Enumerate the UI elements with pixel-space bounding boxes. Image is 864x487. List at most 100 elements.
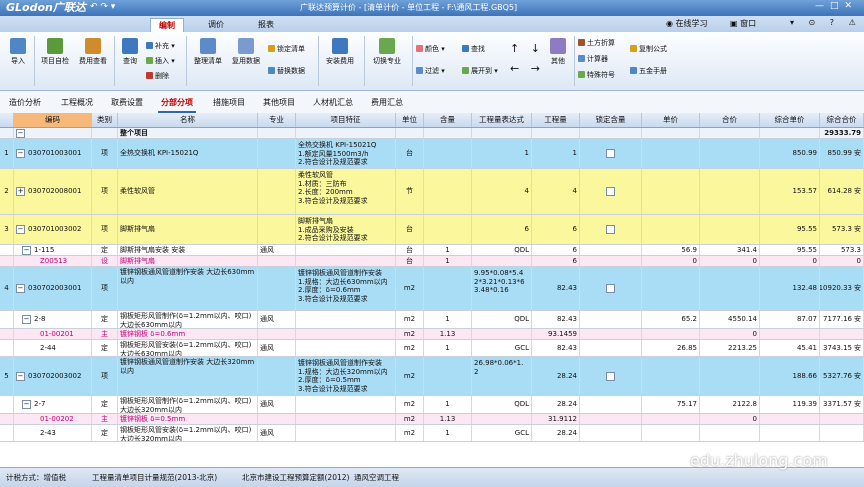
cell-code[interactable]: −1-115	[14, 245, 92, 255]
cell-code[interactable]: −030701003001	[14, 139, 92, 168]
cell-lock[interactable]	[580, 340, 642, 356]
query-button[interactable]: 查询	[118, 38, 142, 66]
replace-data-button[interactable]: 替换数据	[268, 66, 305, 76]
filter-button[interactable]: 过滤 ▾	[416, 66, 445, 76]
bill-grid[interactable]: 编码 类别 名称 专业 项目特征 单位 含量 工程量表达式 工程量 锁定含量 单价 合价 综合单价 综合合…	[0, 113, 864, 467]
lock-list-button[interactable]: 锁定清单	[268, 44, 305, 54]
table-row[interactable]: 4−030702003001 项镀锌钢板通风管道制作安装 大边长630mm以内 镀锌…	[0, 267, 864, 311]
table-row[interactable]: 01-00201 主 镀锌钢板 δ=0.6mm m2 1.13 93.1459 0	[0, 329, 864, 340]
online-learning-link[interactable]: ◉ 在线学习	[666, 18, 708, 29]
insert-button[interactable]: 插入 ▾	[146, 56, 175, 66]
cell-lock[interactable]	[580, 139, 642, 168]
cell-feature[interactable]	[296, 311, 396, 328]
cell-code[interactable]: −030702003001	[14, 267, 92, 310]
cell-feature[interactable]	[296, 256, 396, 266]
column-header[interactable]: 综合单价	[760, 113, 820, 127]
column-header[interactable]: 类别	[92, 113, 118, 127]
collapse-icon[interactable]: −	[22, 315, 31, 324]
column-header[interactable]: 综合合价	[820, 113, 864, 127]
import-button[interactable]: 导入	[6, 38, 30, 66]
table-row[interactable]: 1−030701003001 项全热交换机 KPI-15021Q 全热交换机 KPI…	[0, 139, 864, 169]
table-row[interactable]: 3−030701003002 项脚斯排气扇 脚斯排气扇 1.成品采购及安装 2.符合…	[0, 215, 864, 245]
tab-sub-items[interactable]: 分部分项	[158, 95, 196, 113]
menu-tab-adjust[interactable]: 调价	[200, 18, 232, 31]
cell-code[interactable]: Z00513	[14, 256, 92, 266]
cell-feature[interactable]	[296, 340, 396, 356]
cell-lock[interactable]	[580, 329, 642, 339]
cell-name[interactable]: 钢板矩形风管制作(δ=1.2mm以内、咬口)大边长320mm以内	[118, 396, 258, 413]
menu-tab-edit[interactable]: 编制	[150, 18, 184, 32]
find-button[interactable]: 查找	[462, 44, 485, 54]
cell-lock[interactable]	[580, 396, 642, 413]
cell-code[interactable]: 01-00201	[14, 329, 92, 339]
cell-lock[interactable]	[580, 414, 642, 424]
cell-name[interactable]: 脚斯排气扇	[118, 215, 258, 244]
tab-cost-analysis[interactable]: 造价分析	[6, 95, 44, 111]
tab-fee-settings[interactable]: 取费设置	[108, 95, 146, 111]
tab-fee-summary[interactable]: 费用汇总	[368, 95, 406, 111]
cell-name[interactable]: 镀锌钢板通风管道制作安装 大边长320mm以内	[118, 357, 258, 395]
collapse-icon[interactable]: −	[16, 284, 25, 293]
column-header[interactable]: 专业	[258, 113, 296, 127]
header-row-number[interactable]	[0, 113, 14, 127]
column-header[interactable]: 单位	[396, 113, 424, 127]
cell-feature[interactable]	[296, 329, 396, 339]
cell-name[interactable]: 钢板矩形风管安装(δ=1.2mm以内、咬口)大边长320mm以内	[118, 425, 258, 441]
column-header[interactable]: 工程量	[532, 113, 580, 127]
cell-code[interactable]: 2-43	[14, 425, 92, 441]
expand-to-button[interactable]: 展开到 ▾	[462, 66, 498, 76]
column-header[interactable]: 单价	[642, 113, 700, 127]
cell-name[interactable]: 镀锌钢板 δ=0.6mm	[118, 329, 258, 339]
calculator-button[interactable]: 计算器	[578, 54, 608, 64]
collapse-icon[interactable]: −	[16, 371, 25, 381]
cell-lock[interactable]	[580, 425, 642, 441]
color-button[interactable]: 颜色 ▾	[416, 44, 445, 54]
table-row[interactable]: 5−030702003002 项镀锌钢板通风管道制作安装 大边长320mm以内 镀锌…	[0, 357, 864, 396]
delete-button[interactable]: 删除	[146, 71, 169, 81]
cell-feature[interactable]: 镀锌钢板通风管道制作安装 1.规格：大边长320mm以内 2.厚度：δ=0.5m…	[296, 357, 396, 395]
tab-other-items[interactable]: 其他项目	[260, 95, 298, 111]
window-menu[interactable]: ▣ 窗口	[730, 18, 756, 29]
lock-quantity-checkbox[interactable]	[606, 187, 615, 196]
column-header[interactable]: 锁定含量	[580, 113, 642, 127]
supplement-button[interactable]: 补充 ▾	[146, 41, 175, 51]
project-check-button[interactable]: 项目自检	[38, 38, 72, 66]
column-header[interactable]: 项目特征	[296, 113, 396, 127]
cell-feature[interactable]	[296, 396, 396, 413]
cell-feature[interactable]	[296, 414, 396, 424]
collapse-icon[interactable]: −	[22, 245, 31, 255]
collapse-icon[interactable]: −	[16, 225, 25, 234]
fee-view-button[interactable]: 费用查看	[76, 38, 110, 66]
cell-name[interactable]: 镀锌钢板 δ=0.5mm	[118, 414, 258, 424]
lock-quantity-checkbox[interactable]	[606, 371, 615, 381]
reuse-data-button[interactable]: 复用数据	[228, 38, 264, 66]
window-controls[interactable]: —□✕	[815, 1, 858, 11]
indent-arrows[interactable]: ← →	[510, 62, 544, 75]
earth-calc-button[interactable]: 土方折算	[578, 38, 615, 48]
table-row[interactable]: 01-00202 主 镀锌钢板 δ=0.5mm m2 1.13 31.9112 0	[0, 414, 864, 425]
cell-name[interactable]: 脚斯排气扇	[118, 256, 258, 266]
cell-feature[interactable]: 柔性软风管 1.材质：三防布 2.长度：200mm 3.符合设计及规范要求	[296, 169, 396, 214]
cell-feature[interactable]: 镀锌钢板通风管道制作安装 1.规格：大边长630mm以内 2.厚度：δ=0.6m…	[296, 267, 396, 310]
collapse-icon[interactable]: −	[16, 128, 25, 138]
cell-code[interactable]: −2-8	[14, 311, 92, 328]
table-row[interactable]: 2-44 定 钢板矩形风管安装(δ=1.2mm以内、咬口)大边长630mm以内 通风 m…	[0, 340, 864, 357]
cell-lock[interactable]	[580, 128, 642, 138]
collapse-icon[interactable]: −	[16, 149, 25, 158]
cell-feature[interactable]	[296, 425, 396, 441]
switch-major-button[interactable]: 切换专业	[368, 38, 406, 66]
tab-project-overview[interactable]: 工程概况	[58, 95, 96, 111]
install-fee-button[interactable]: 安装费用	[322, 38, 358, 66]
table-row[interactable]: −2-8 定 钢板矩形风管制作(δ=1.2mm以内、咬口)大边长630mm以内 通风 m…	[0, 311, 864, 329]
cell-lock[interactable]	[580, 357, 642, 395]
organize-list-button[interactable]: 整理清单	[190, 38, 226, 66]
lock-quantity-checkbox[interactable]	[606, 149, 615, 158]
cell-code[interactable]: +030702008001	[14, 169, 92, 214]
collapse-icon[interactable]: −	[22, 400, 31, 409]
column-header[interactable]: 编码	[14, 113, 92, 127]
copy-formula-button[interactable]: 复制公式	[630, 44, 667, 54]
cell-feature[interactable]: 脚斯排气扇 1.成品采购及安装 2.符合设计及规范要求	[296, 215, 396, 244]
cell-lock[interactable]	[580, 245, 642, 255]
cell-code[interactable]: −030701003002	[14, 215, 92, 244]
cell-feature[interactable]	[296, 128, 396, 138]
